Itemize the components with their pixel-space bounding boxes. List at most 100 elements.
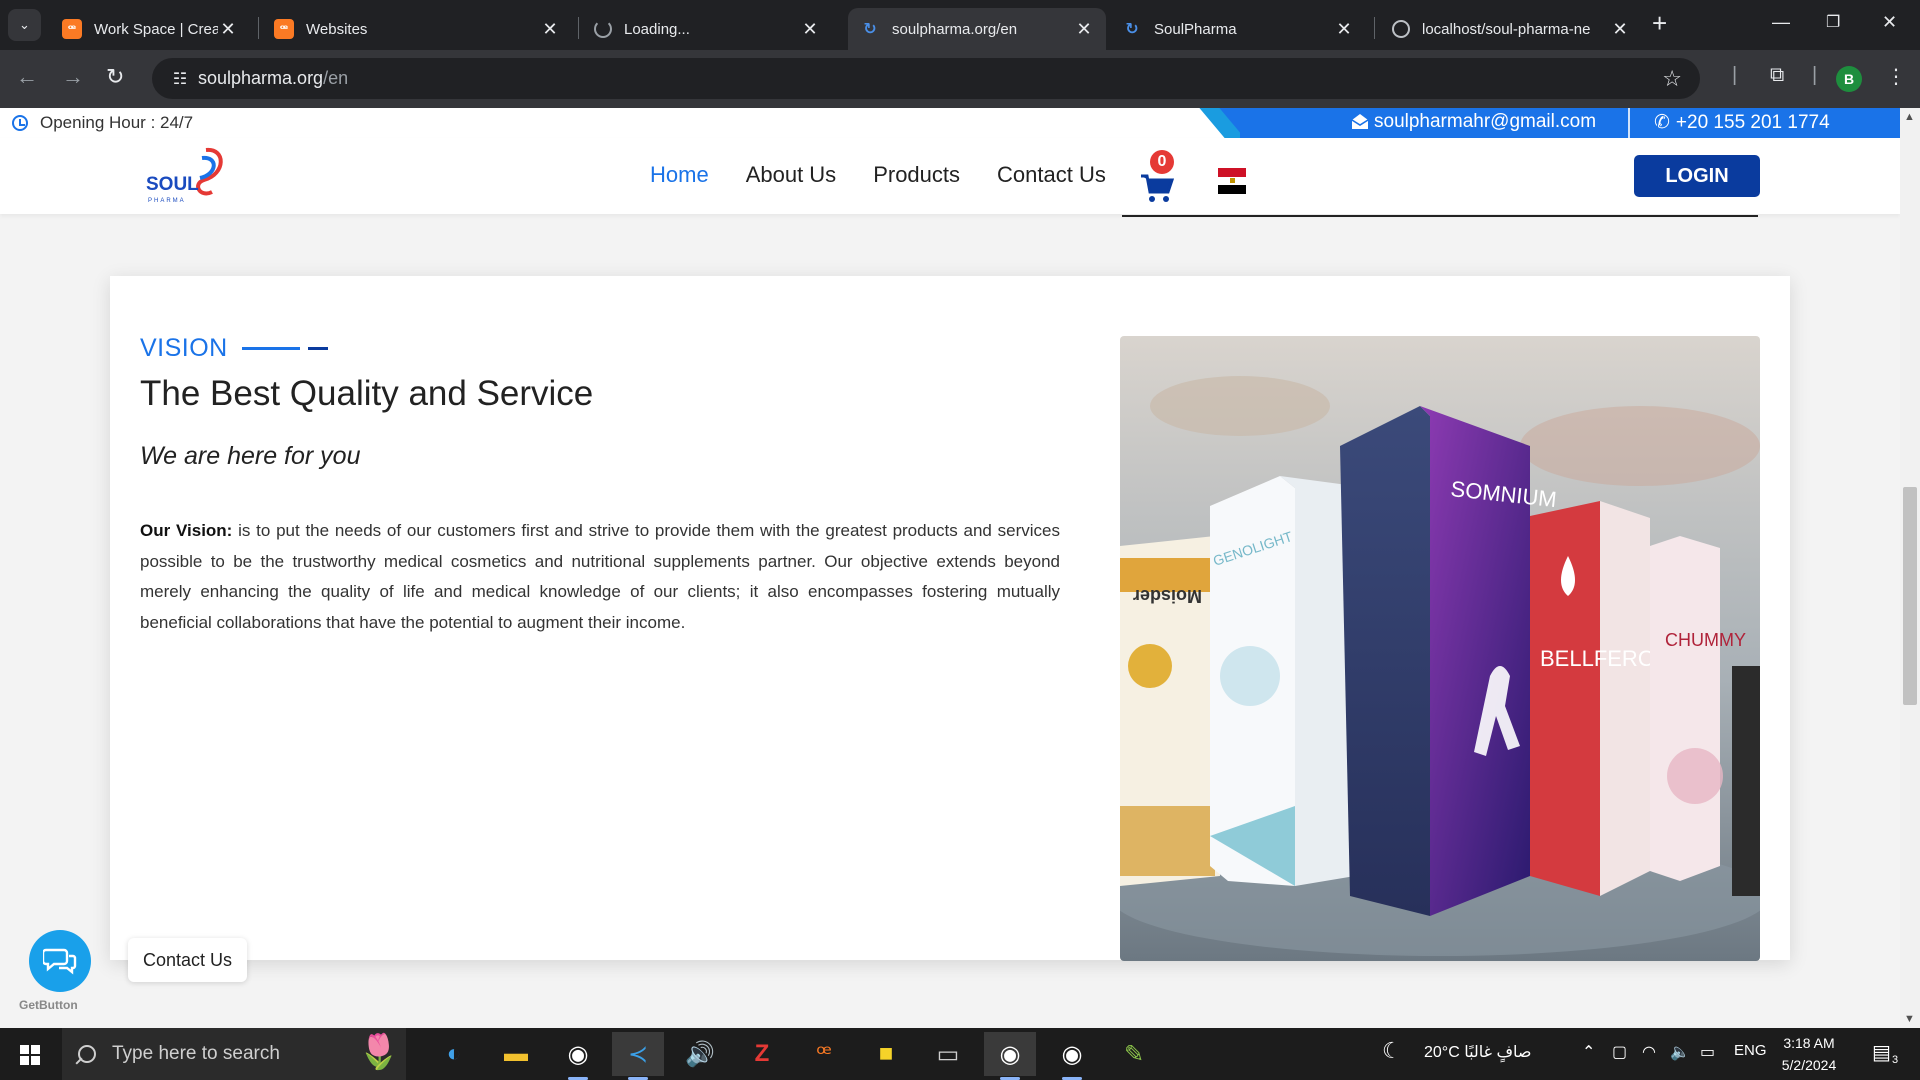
email-link[interactable]: soulpharmahr@gmail.com (1350, 111, 1596, 133)
tab-title: soulpharma.org/en (892, 20, 1018, 38)
egypt-flag-icon[interactable] (1218, 168, 1246, 194)
notifications-icon[interactable]: ▤ (1872, 1040, 1891, 1065)
tab-title: Websites (306, 20, 368, 38)
wifi-icon[interactable]: ◠ (1642, 1042, 1656, 1062)
start-button[interactable] (20, 1045, 40, 1065)
product-label-bellfero: BELLFERO (1540, 646, 1655, 671)
back-icon[interactable]: ← (16, 64, 38, 90)
tab-title: Work Space | Created By E (94, 20, 218, 38)
browser-tabstrip: ⌄ ꟹ Work Space | Created By E ✕ ꟹ Websit… (0, 0, 1920, 50)
tab-title: Loading... (624, 20, 690, 38)
close-icon[interactable]: ✕ (1334, 19, 1354, 40)
clock-time: 3:18 AM (1783, 1035, 1835, 1051)
minimize-icon[interactable]: — (1772, 12, 1790, 33)
extensions-icon[interactable]: ⧉ (1770, 64, 1784, 87)
browser-tab-active[interactable]: ↻ soulpharma.org/en ✕ (848, 8, 1106, 50)
vision-lead: Our Vision: (140, 521, 233, 540)
soulpharma-favicon: ↻ (1125, 21, 1139, 38)
device-icon[interactable]: ▢ (1612, 1042, 1627, 1062)
scroll-up-arrow[interactable]: ▲ (1904, 111, 1915, 123)
envelope-icon (1351, 114, 1369, 129)
browser-tab[interactable]: ꟹ Work Space | Created By E ✕ (50, 8, 250, 50)
spinner-icon (594, 20, 612, 38)
reload-icon[interactable]: ↻ (106, 64, 124, 90)
browser-tab[interactable]: ↻ SoulPharma ✕ (1110, 8, 1366, 50)
vision-paragraph: Our Vision: is to put the needs of our c… (140, 516, 1060, 638)
profile-avatar[interactable]: B (1836, 66, 1862, 92)
address-url: soulpharma.org/en (198, 68, 349, 88)
phone-text[interactable]: +20 155 201 1774 (1676, 112, 1830, 134)
volume-app-icon[interactable]: 🔊 (674, 1032, 726, 1076)
product-label-chummy: CHUMMY (1665, 630, 1746, 650)
new-tab-button[interactable]: + (1652, 10, 1667, 36)
vscode-icon[interactable]: ≺ (612, 1032, 664, 1080)
main-menu: Home About Us Products Contact Us (650, 162, 1106, 188)
vision-body: is to put the needs of our customers fir… (140, 521, 1060, 632)
decor-line (241, 347, 300, 350)
restore-icon[interactable]: ❐ (1826, 12, 1840, 32)
paint-icon[interactable]: ✎ (1108, 1032, 1160, 1076)
weather-icon[interactable]: ☾ (1382, 1038, 1402, 1064)
scroll-thumb[interactable] (1903, 487, 1917, 705)
chrome-profile-icon[interactable]: ◉ (984, 1032, 1036, 1080)
file-explorer-icon[interactable]: ▬ (490, 1032, 542, 1076)
site-info-icon[interactable]: ☷ (162, 69, 198, 89)
xampp-icon[interactable]: ꟹ (798, 1032, 850, 1076)
nav-link-products[interactable]: Products (873, 162, 960, 188)
login-button[interactable]: LOGIN (1634, 155, 1760, 197)
chat-widget-tooltip[interactable]: Contact Us (128, 938, 248, 982)
browser-tab[interactable]: localhost/soul-pharma-ne ✕ (1380, 8, 1642, 50)
tulips-icon: 🌷 (357, 1033, 400, 1071)
page-scrollbar[interactable]: ▲ ▼ (1900, 108, 1920, 1028)
soulpharma-logo[interactable]: SOUL PHARMA (144, 144, 240, 208)
nav-link-contact[interactable]: Contact Us (997, 162, 1106, 188)
nav-link-home[interactable]: Home (650, 162, 709, 188)
menu-icon[interactable]: ⋮ (1886, 64, 1906, 89)
window-close-icon[interactable]: ✕ (1882, 12, 1897, 33)
taskbar-search[interactable]: Type here to search 🌷 (62, 1028, 406, 1080)
close-icon[interactable]: ✕ (1074, 19, 1094, 40)
tab-title: localhost/soul-pharma-ne (1422, 20, 1591, 38)
battery-icon[interactable]: ▭ (1700, 1042, 1715, 1062)
close-icon[interactable]: ✕ (1610, 19, 1630, 40)
sticky-notes-icon[interactable]: ■ (860, 1032, 912, 1076)
tray-chevron-icon[interactable]: ⌃ (1582, 1042, 1595, 1062)
nav-link-about[interactable]: About Us (746, 162, 837, 188)
toolbar-divider: | (1812, 64, 1818, 86)
browser-tab[interactable]: Loading... ✕ (582, 8, 832, 50)
cart-button[interactable]: 0 (1140, 150, 1176, 202)
opening-hours: Opening Hour : 24/7 (12, 113, 193, 133)
contact-divider (1628, 108, 1630, 138)
section-tagline: We are here for you (140, 442, 361, 470)
system-clock[interactable]: 3:18 AM 5/2/2024 (1774, 1032, 1844, 1076)
site-topbar: Opening Hour : 24/7 soulpharmahr@gmail.c… (0, 108, 1900, 138)
browser-tab[interactable]: ꟹ Websites ✕ (262, 8, 572, 50)
cart-icon (1141, 174, 1174, 202)
weather-text[interactable]: 20°C صافٍ غالبًا (1424, 1042, 1532, 1062)
chrome-profile-icon[interactable]: ◉ (1046, 1032, 1098, 1080)
bookmark-star-icon[interactable]: ☆ (1662, 66, 1682, 92)
terminal-icon[interactable]: ▭ (922, 1032, 974, 1076)
chrome-icon[interactable]: ◉ (552, 1032, 604, 1080)
vision-label-text: VISION (140, 334, 228, 362)
tab-search-button[interactable]: ⌄ (8, 9, 41, 41)
edge-icon[interactable]: ◐ (428, 1032, 480, 1076)
divider (1122, 215, 1758, 217)
vision-section: VISION The Best Quality and Service We a… (110, 276, 1790, 961)
phone-link[interactable]: ✆ +20 155 201 1774 (1654, 111, 1830, 134)
chat-widget-button[interactable] (29, 930, 91, 992)
close-icon[interactable]: ✕ (540, 19, 560, 40)
speaker-icon[interactable]: 🔈 (1670, 1042, 1690, 1062)
language-indicator[interactable]: ENG (1734, 1042, 1767, 1059)
close-icon[interactable]: ✕ (218, 19, 238, 40)
close-icon[interactable]: ✕ (800, 19, 820, 40)
xampp-icon: ꟹ (274, 19, 294, 39)
email-text[interactable]: soulpharmahr@gmail.com (1374, 111, 1596, 133)
address-bar[interactable]: ☷ soulpharma.org/en ☆ (152, 58, 1700, 99)
tab-title: SoulPharma (1154, 20, 1237, 38)
scroll-down-arrow[interactable]: ▼ (1904, 1013, 1915, 1025)
filezilla-icon[interactable]: Z (736, 1032, 788, 1076)
forward-icon[interactable]: → (62, 64, 84, 90)
section-heading: The Best Quality and Service (140, 374, 594, 413)
getbutton-brand[interactable]: GetButton (19, 998, 78, 1012)
